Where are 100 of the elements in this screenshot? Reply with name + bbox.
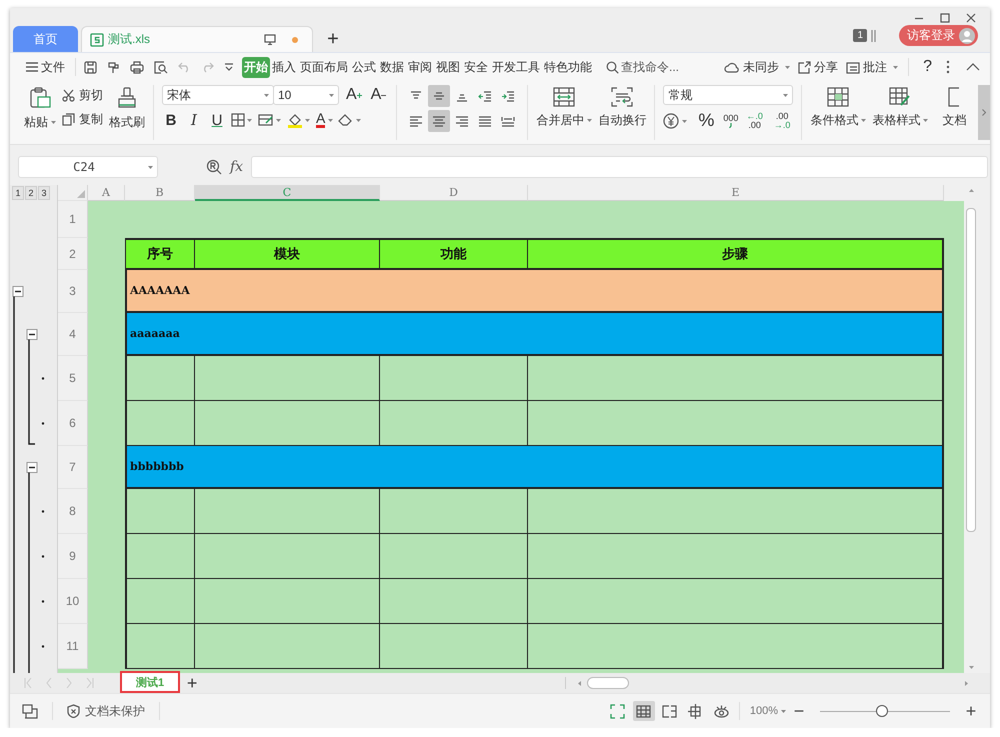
- copy-button[interactable]: 复制: [62, 111, 103, 128]
- outline-level-button[interactable]: 1: [12, 186, 24, 200]
- ribbon-tab[interactable]: 开发工具: [490, 56, 542, 78]
- detail-dot: [42, 555, 44, 558]
- table-header-cell: 功能: [380, 238, 528, 270]
- monitor-icon[interactable]: [264, 34, 276, 45]
- close-icon[interactable]: [966, 13, 976, 23]
- more-icon[interactable]: [946, 60, 950, 74]
- shield-icon: [67, 704, 80, 718]
- fill-color-icon[interactable]: [287, 112, 311, 128]
- font-size-field[interactable]: 10: [273, 85, 339, 105]
- print-preview-icon[interactable]: [154, 60, 168, 74]
- paste-button[interactable]: 粘贴: [24, 85, 56, 131]
- document-button[interactable]: 文档: [942, 85, 966, 129]
- row-header[interactable]: 9: [58, 534, 88, 579]
- table-cell: [125, 356, 195, 401]
- add-sheet-button[interactable]: +: [183, 674, 202, 692]
- conditional-format-button[interactable]: 条件格式: [810, 85, 866, 129]
- scrollbar-thumb[interactable]: [966, 208, 976, 532]
- zoom-in-button[interactable]: +: [962, 700, 980, 722]
- underline-button[interactable]: U: [208, 112, 226, 128]
- file-menu[interactable]: 文件: [22, 58, 69, 76]
- thousands-separator-button[interactable]: 000: [723, 114, 738, 128]
- new-tab-button[interactable]: +: [313, 26, 353, 52]
- window-icon[interactable]: [22, 704, 38, 718]
- decrease-font-button[interactable]: A: [368, 86, 388, 104]
- window-count-badge[interactable]: 1: [853, 29, 867, 42]
- column-header[interactable]: E: [528, 185, 944, 201]
- align-center-button[interactable]: [428, 110, 450, 132]
- function-button[interactable]: fx: [230, 159, 244, 175]
- caret-icon: [148, 166, 153, 168]
- document-protection-status[interactable]: 文档未保护: [59, 702, 153, 720]
- outline-level-button[interactable]: 2: [25, 186, 37, 200]
- ribbon-tab[interactable]: 数据: [378, 56, 406, 78]
- collapse-button[interactable]: [12, 286, 24, 297]
- dropdown-icon[interactable]: [224, 63, 234, 71]
- column-header[interactable]: A: [88, 185, 125, 201]
- borders-icon[interactable]: [231, 113, 253, 127]
- font-name-field[interactable]: 宋体: [162, 85, 274, 105]
- ribbon-tab[interactable]: 安全: [462, 56, 490, 78]
- caret-icon: [264, 94, 269, 96]
- font-color-button[interactable]: A: [316, 112, 334, 128]
- command-search[interactable]: 查找命令...: [606, 58, 680, 76]
- grid-view-button[interactable]: [632, 701, 655, 721]
- bold-button[interactable]: B: [162, 112, 180, 128]
- column-header[interactable]: B: [125, 185, 195, 201]
- print-icon[interactable]: [130, 60, 144, 74]
- zoom-out-button[interactable]: −: [790, 700, 808, 722]
- row-header[interactable]: 6: [58, 401, 88, 446]
- formula-input[interactable]: [251, 156, 988, 178]
- save-icon[interactable]: [84, 60, 97, 74]
- row-header[interactable]: 3: [58, 270, 88, 313]
- row-header[interactable]: 10: [58, 579, 88, 624]
- row-header[interactable]: 11: [58, 624, 88, 669]
- ribbon-tab[interactable]: 插入: [270, 56, 298, 78]
- cloud-icon: [724, 60, 740, 74]
- decrease-decimal-button[interactable]: .00 →.0: [770, 112, 794, 130]
- row-header[interactable]: 4: [58, 313, 88, 356]
- ribbon-tab[interactable]: 视图: [434, 56, 462, 78]
- wrap-text-icon: [611, 87, 634, 107]
- row-header[interactable]: 8: [58, 489, 88, 534]
- collapse-button[interactable]: [26, 329, 38, 340]
- ribbon-tab[interactable]: 特色功能: [542, 56, 594, 78]
- zoom-slider-thumb[interactable]: [876, 705, 888, 717]
- align-middle-button[interactable]: [428, 85, 450, 107]
- help-button[interactable]: ?: [915, 58, 940, 76]
- row-header[interactable]: 1: [58, 201, 88, 238]
- zoom-icon[interactable]: [206, 159, 222, 175]
- format-painter-icon[interactable]: [107, 60, 120, 74]
- increase-font-button[interactable]: A: [344, 86, 364, 104]
- outline-level-button[interactable]: 3: [38, 186, 50, 200]
- ribbon-tab[interactable]: 页面布局: [298, 56, 350, 78]
- eraser-icon[interactable]: [338, 113, 362, 127]
- wrap-text-button[interactable]: 自动换行: [598, 85, 646, 129]
- column-header[interactable]: D: [380, 185, 528, 201]
- italic-button[interactable]: I: [185, 111, 203, 129]
- collapse-button[interactable]: [26, 462, 38, 473]
- currency-icon[interactable]: [663, 112, 690, 128]
- ribbon-tab[interactable]: 公式: [350, 56, 378, 78]
- cell-style-icon[interactable]: [258, 113, 282, 127]
- name-box[interactable]: C24: [18, 156, 158, 178]
- zoom-level-button[interactable]: 100%: [750, 705, 786, 717]
- increase-decimal-button[interactable]: ←.0 .00: [743, 112, 766, 130]
- merge-center-button[interactable]: 合并居中: [536, 85, 592, 129]
- maximize-icon[interactable]: [940, 13, 950, 23]
- row-header[interactable]: 7: [58, 446, 88, 489]
- number-format-field[interactable]: 常规: [663, 85, 794, 105]
- row-header[interactable]: 5: [58, 356, 88, 401]
- percent-button[interactable]: %: [694, 110, 718, 131]
- scrollbar-thumb[interactable]: [587, 677, 629, 689]
- cut-button[interactable]: 剪切: [62, 87, 103, 104]
- comment-button[interactable]: 批注: [842, 58, 902, 76]
- table-style-button[interactable]: 表格样式: [872, 85, 928, 129]
- share-button[interactable]: 分享: [794, 58, 842, 76]
- format-painter-button[interactable]: 格式刷: [109, 85, 145, 131]
- collapse-ribbon-icon[interactable]: [966, 63, 980, 71]
- ribbon-tab[interactable]: 审阅: [406, 56, 434, 78]
- corner-triangle-icon: [77, 190, 85, 198]
- row-header[interactable]: 2: [58, 238, 88, 270]
- sync-button[interactable]: 未同步: [720, 58, 794, 76]
